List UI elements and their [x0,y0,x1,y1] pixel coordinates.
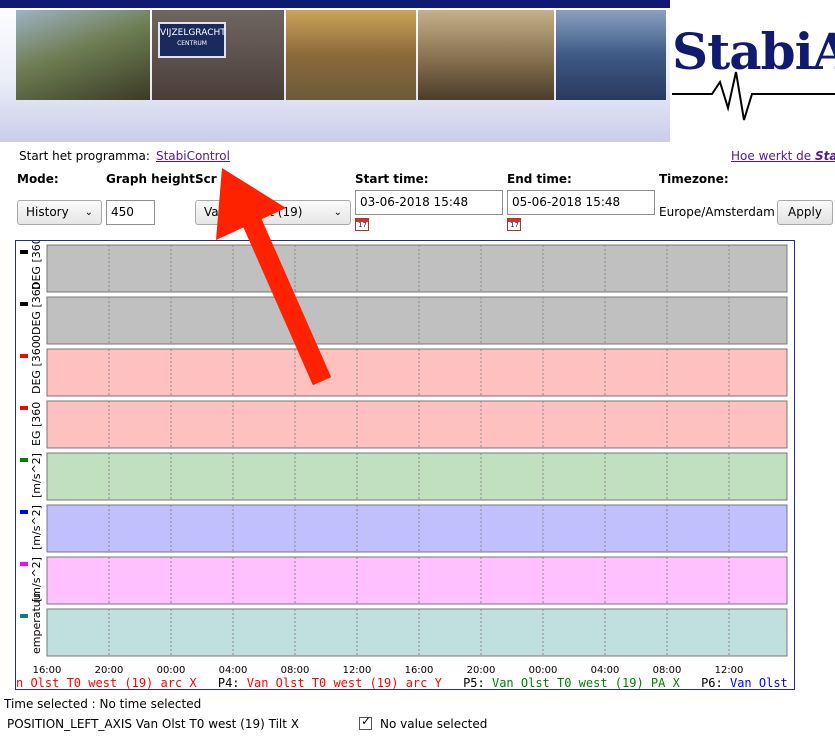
graph-height-label: Graph height: [106,172,200,186]
start-time-label: Start time: [355,172,429,186]
stabicontrol-link[interactable]: StabiControl [156,149,230,163]
x-tick-label: 00:00 [157,665,186,676]
chart-legend: n Olst T0 west (19) arc X P4: Van Olst T… [16,676,794,690]
legend-entry-arc-y: P4: Van Olst T0 west (19) arc Y [217,676,442,690]
series-color-marker [20,614,28,618]
chevron-down-icon: ⌄ [84,207,93,218]
x-tick-label: 16:00 [405,665,434,676]
series-unit-label: emperatuu [30,593,43,654]
panel-2[interactable] [46,348,788,397]
x-tick-label: 20:00 [95,665,124,676]
logo-wave-icon [672,71,835,121]
calendar-icon[interactable]: 17 [507,218,521,231]
banner-photo-1 [16,10,150,100]
screen-select[interactable]: Va est (19) ⌄ [195,200,351,225]
x-tick-label: 20:00 [467,665,496,676]
x-tick-label: 16:00 [33,665,62,676]
x-tick-label: 12:00 [343,665,372,676]
no-value-checkbox[interactable] [359,714,372,730]
banner-photo-3 [286,10,416,100]
series-unit-label: DEG [360 [30,341,43,394]
series-color-marker [20,250,28,254]
banner-top-bar [0,0,670,8]
series-unit-label: [m/s^2] [30,505,43,550]
x-tick-label: 04:00 [591,665,620,676]
panel-7[interactable] [46,608,788,657]
x-tick-label: 00:00 [529,665,558,676]
series-color-marker [20,510,28,514]
history-graph[interactable]: DEG [360 0DEG [360 DEG [360 EG [360 [m/s^2][… [15,240,795,690]
how-it-works-link[interactable]: Hoe werkt de Stabi [731,149,835,163]
mode-label: Mode: [17,172,59,186]
graph-height-input[interactable]: 450 [106,200,155,225]
series-unit-label: 0DEG [360 [30,282,43,342]
legend-entry-pa-y: P6: Van Olst T0 west (19) PA Y [701,676,794,690]
mode-select[interactable]: History ⌄ [17,200,102,225]
start-time-input[interactable]: 03-06-2018 15:48 [355,190,503,215]
time-selected-text: Time selected : No time selected [4,697,202,711]
series-color-marker [20,458,28,462]
x-tick-label: 08:00 [281,665,310,676]
position-left-axis-text: POSITION_LEFT_AXIS Van Olst T0 west (19)… [7,717,299,731]
chevron-down-icon: ⌄ [333,207,342,218]
panel-5[interactable] [46,504,788,553]
banner-photo-4 [418,10,554,100]
panel-4[interactable] [46,452,788,501]
panel-6[interactable] [46,556,788,605]
apply-button[interactable]: Apply [777,200,833,225]
x-tick-label: 12:00 [715,665,744,676]
series-color-marker [20,406,28,410]
timezone-label: Timezone: [659,172,729,186]
start-program-row: Start het programma: StabiControl [19,149,230,163]
screen-label: Scr [195,172,217,186]
street-sign: VIJZELGRACHT CENTRUM [158,22,226,58]
start-program-label: Start het programma: [19,149,150,163]
series-color-marker [20,562,28,566]
series-color-marker [20,302,28,306]
x-tick-label: 08:00 [653,665,682,676]
x-tick-label: 04:00 [219,665,248,676]
legend-entry-pa-x: P5: Van Olst T0 west (19) PA X [463,676,680,690]
legend-entry-arc-x: n Olst T0 west (19) arc X [16,676,197,690]
series-unit-label: EG [360 [30,402,43,446]
calendar-icon[interactable]: 17 [355,218,369,231]
panel-0[interactable] [46,244,788,293]
header-banner: VIJZELGRACHT CENTRUM StabiAl [0,0,835,142]
panel-1[interactable] [46,296,788,345]
end-time-label: End time: [507,172,572,186]
panel-3[interactable] [46,400,788,449]
banner-photo-5 [556,10,666,100]
no-value-label: No value selected [380,717,488,731]
series-color-marker [20,354,28,358]
timezone-value: Europe/Amsterdam [659,205,775,219]
end-time-input[interactable]: 05-06-2018 15:48 [507,190,655,215]
chart-svg: DEG [3600DEG [360DEG [360EG [360[m/s^2][… [20,241,788,676]
series-unit-label: [m/s^2] [30,453,43,498]
